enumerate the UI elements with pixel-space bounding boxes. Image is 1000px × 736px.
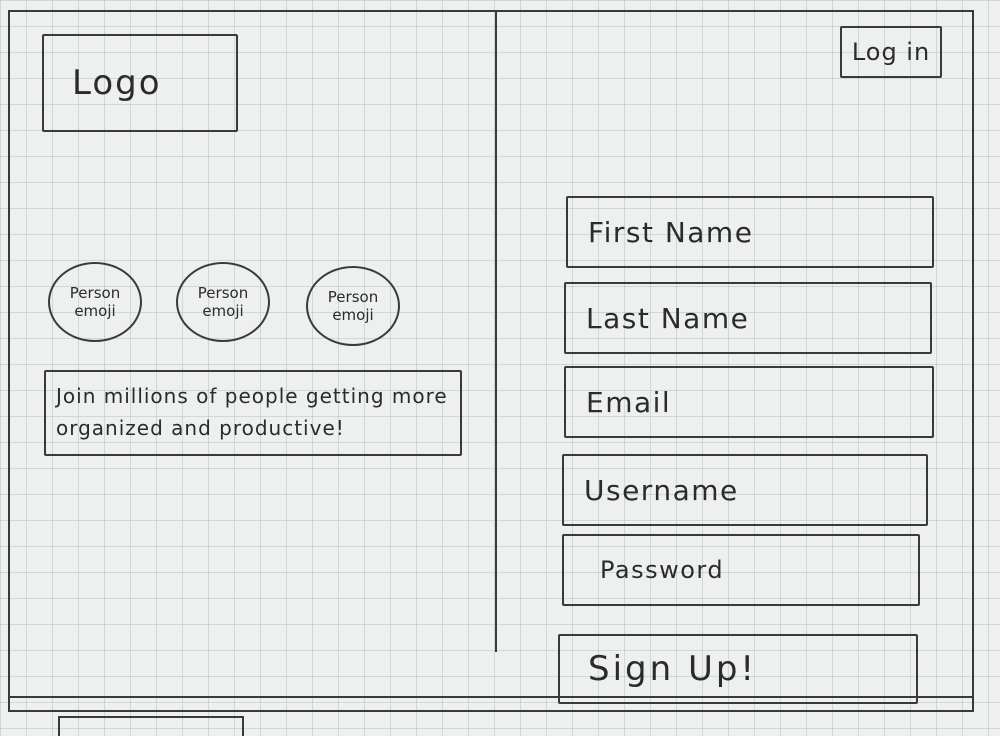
first-name-field[interactable] — [566, 196, 934, 268]
person-emoji-avatar-2: Person emoji — [176, 262, 270, 342]
first-name-input[interactable] — [586, 214, 932, 250]
person-emoji-avatar-3: Person emoji — [306, 266, 400, 346]
last-name-input[interactable] — [584, 300, 930, 336]
avatar-label-line1: Person — [197, 284, 249, 302]
login-button[interactable]: Log in — [840, 26, 942, 78]
sign-up-button[interactable]: Sign Up! — [558, 634, 918, 704]
password-field[interactable] — [562, 534, 920, 606]
email-input[interactable] — [584, 384, 932, 420]
avatar-label-line1: Person — [327, 288, 379, 306]
username-input[interactable] — [582, 472, 926, 508]
logo[interactable]: Logo — [42, 34, 238, 132]
person-emoji-avatar-1: Person emoji — [48, 262, 142, 342]
avatar-label-line1: Person — [69, 284, 121, 302]
footer-placeholder-box — [58, 716, 244, 736]
avatar-label-line2: emoji — [202, 302, 244, 320]
tagline-box: Join millions of people getting more org… — [44, 370, 462, 456]
tagline-text: Join millions of people getting more org… — [56, 384, 448, 440]
password-input[interactable] — [598, 555, 918, 585]
login-button-label: Log in — [851, 38, 931, 66]
email-field[interactable] — [564, 366, 934, 438]
logo-text: Logo — [72, 63, 162, 103]
avatar-label-line2: emoji — [332, 306, 374, 324]
sign-up-button-label: Sign Up! — [588, 649, 758, 689]
avatar-label-line2: emoji — [74, 302, 116, 320]
username-field[interactable] — [562, 454, 928, 526]
column-divider — [495, 12, 503, 652]
last-name-field[interactable] — [564, 282, 932, 354]
